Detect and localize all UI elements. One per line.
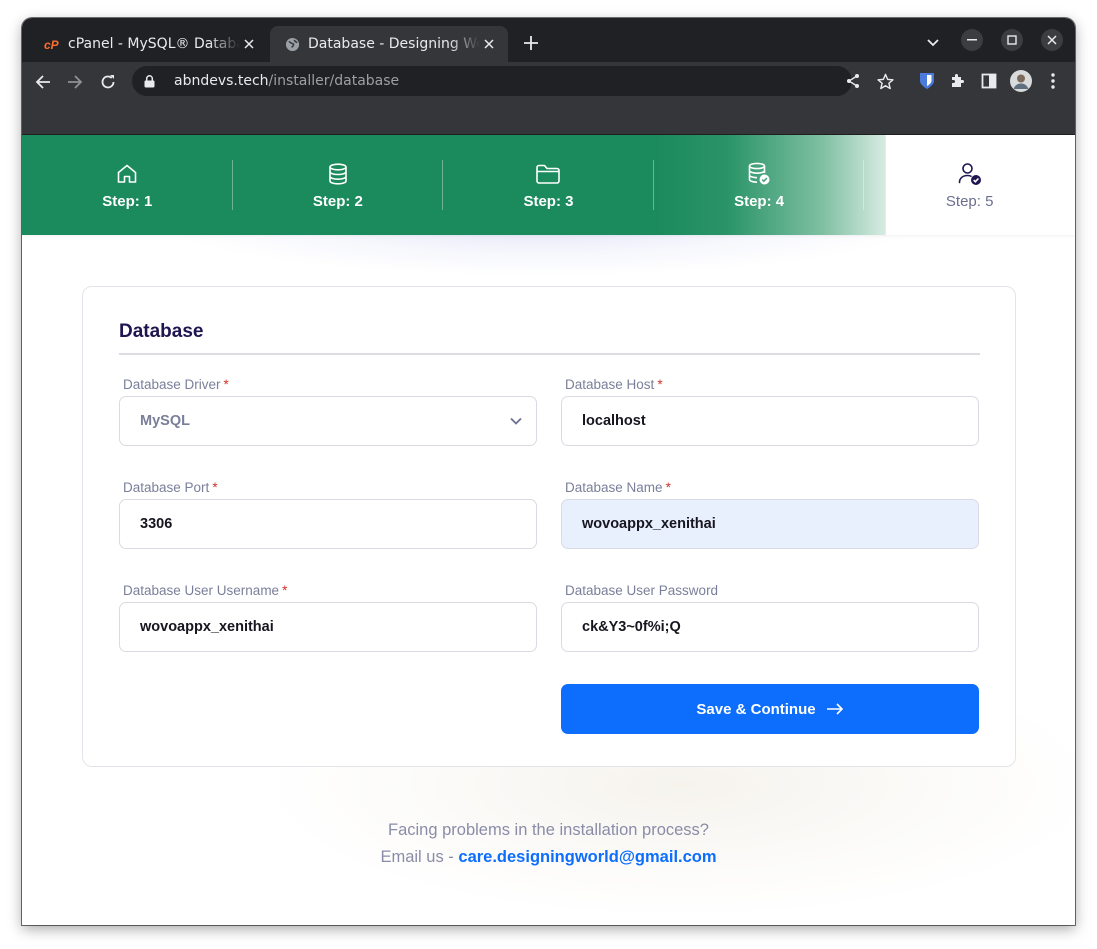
puzzle-icon[interactable] — [946, 70, 968, 92]
selected-value: MySQL — [140, 413, 190, 429]
required-mark: * — [282, 583, 288, 598]
help-email-line: Email us - care.designingworld@gmail.com — [22, 848, 1075, 867]
share-icon[interactable] — [842, 70, 864, 92]
required-mark: * — [212, 480, 218, 495]
reload-icon[interactable] — [95, 69, 121, 95]
more-menu-icon[interactable] — [1042, 70, 1064, 92]
side-panel-icon[interactable] — [978, 70, 1000, 92]
database-driver-select[interactable]: MySQL — [119, 396, 537, 446]
database-form-card: Database Database Driver * MySQL Database… — [82, 286, 1016, 767]
required-mark: * — [665, 480, 671, 495]
home-icon — [114, 161, 140, 187]
chevron-down-icon[interactable] — [922, 32, 944, 54]
page-content: Step: 1 Step: 2 Step: 3 Step: 4 Step: 5 … — [22, 135, 1075, 925]
required-mark: * — [223, 377, 229, 392]
forward-arrow-icon[interactable] — [62, 69, 88, 95]
form-title: Database — [119, 321, 204, 342]
tab-title: Database - Designing World — [308, 36, 480, 52]
email-prefix: Email us - — [380, 848, 459, 866]
step-label: Step: 1 — [102, 192, 153, 210]
new-tab-button[interactable] — [520, 32, 542, 54]
globe-icon — [284, 36, 300, 52]
help-question: Facing problems in the installation proc… — [387, 821, 709, 839]
installer-stepper: Step: 1 Step: 2 Step: 3 Step: 4 Step: 5 — [22, 135, 1075, 235]
step-5[interactable]: Step: 5 — [864, 135, 1075, 235]
url-path: /installer/database — [268, 73, 400, 89]
star-icon[interactable] — [874, 70, 896, 92]
field-label: Database Name * — [565, 480, 671, 495]
support-email-link[interactable]: care.designingworld@gmail.com — [458, 848, 716, 866]
step-label: Step: 3 — [523, 192, 574, 210]
title-divider — [119, 353, 980, 355]
step-3[interactable]: Step: 3 — [443, 135, 654, 235]
field-label: Database User Username * — [123, 583, 288, 598]
close-window-button[interactable] — [1041, 29, 1063, 51]
step-2[interactable]: Step: 2 — [233, 135, 444, 235]
field-label: Database User Password — [565, 583, 719, 598]
address-bar[interactable]: abndevs.tech/installer/database — [132, 66, 852, 96]
url-host: abndevs.tech — [174, 73, 269, 89]
database-check-icon — [746, 161, 772, 187]
bookmark-bar — [22, 100, 1075, 135]
step-4[interactable]: Step: 4 — [654, 135, 865, 235]
chevron-down-icon — [510, 413, 522, 429]
folder-icon — [535, 161, 561, 187]
step-label: Step: 4 — [734, 192, 785, 210]
tab-database[interactable]: Database - Designing World — [270, 26, 508, 62]
minimize-button[interactable] — [961, 29, 983, 51]
svg-text:cP: cP — [44, 38, 60, 50]
browser-toolbar: abndevs.tech/installer/database — [22, 62, 1075, 100]
step-1[interactable]: Step: 1 — [22, 135, 233, 235]
back-arrow-icon[interactable] — [30, 69, 56, 95]
database-port-input[interactable]: 3306 — [119, 499, 537, 549]
database-username-input[interactable]: wovoappx_xenithai — [119, 602, 537, 652]
step-label: Step: 2 — [312, 192, 363, 210]
database-password-input[interactable]: ck&Y3~0f%i;Q — [561, 602, 979, 652]
field-label: Database Port * — [123, 480, 218, 495]
save-continue-button[interactable]: Save & Continue — [561, 684, 979, 734]
database-host-input[interactable]: localhost — [561, 396, 979, 446]
browser-window: cP cPanel - MySQL® Databases Database - … — [22, 18, 1075, 925]
field-label: Database Driver * — [123, 377, 229, 392]
user-check-icon — [957, 161, 983, 187]
cpanel-icon: cP — [44, 36, 60, 52]
bitwarden-icon[interactable] — [916, 70, 938, 92]
close-icon[interactable] — [240, 35, 258, 53]
step-label: Step: 5 — [945, 192, 994, 210]
maximize-button[interactable] — [1001, 29, 1023, 51]
database-icon — [325, 161, 351, 187]
avatar[interactable] — [1010, 70, 1032, 92]
button-label: Save & Continue — [696, 700, 816, 718]
arrow-right-icon — [826, 703, 844, 715]
field-label: Database Host * — [565, 377, 663, 392]
database-name-input[interactable]: wovoappx_xenithai — [561, 499, 979, 549]
required-mark: * — [657, 377, 663, 392]
tab-strip: cP cPanel - MySQL® Databases Database - … — [22, 18, 1075, 62]
lock-icon — [144, 74, 158, 88]
tab-title: cPanel - MySQL® Databases — [68, 36, 240, 52]
tab-cpanel[interactable]: cP cPanel - MySQL® Databases — [30, 26, 268, 62]
close-icon[interactable] — [480, 35, 498, 53]
